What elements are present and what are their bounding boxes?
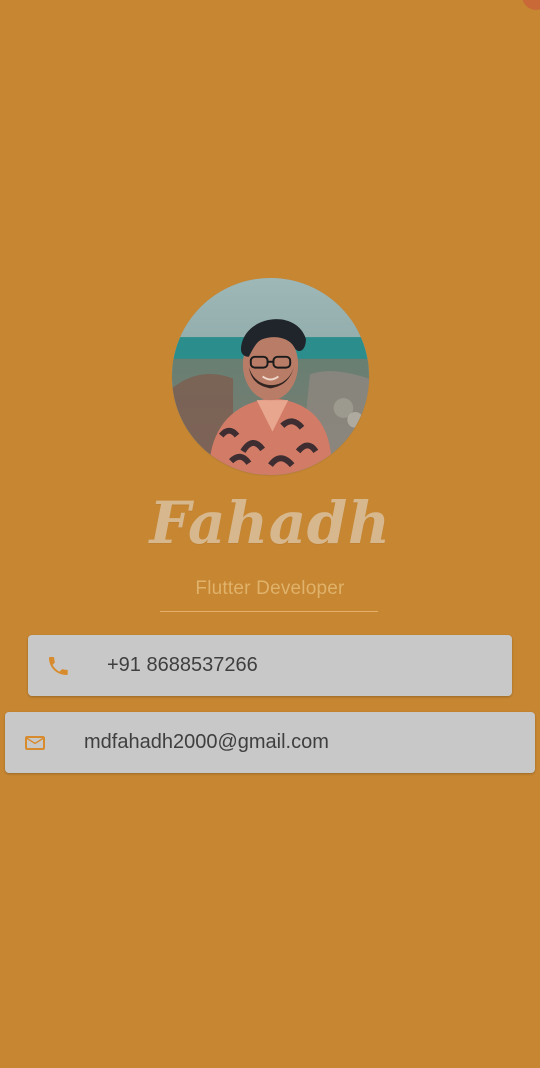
email-card[interactable]: mdfahadh2000@gmail.com — [5, 712, 535, 773]
profile-title: Flutter Developer — [195, 578, 345, 599]
profile-avatar — [172, 278, 369, 475]
phone-icon — [46, 654, 70, 678]
phone-card[interactable]: +91 8688537266 — [28, 635, 512, 696]
profile-name: Fahadh — [149, 489, 391, 557]
email-address: mdfahadh2000@gmail.com — [84, 731, 329, 753]
corner-accent — [522, 0, 540, 10]
profile-screen: Fahadh Flutter Developer +91 8688537266 … — [0, 0, 540, 1068]
email-icon — [23, 731, 47, 755]
phone-number: +91 8688537266 — [107, 654, 258, 676]
profile-divider — [160, 611, 378, 612]
